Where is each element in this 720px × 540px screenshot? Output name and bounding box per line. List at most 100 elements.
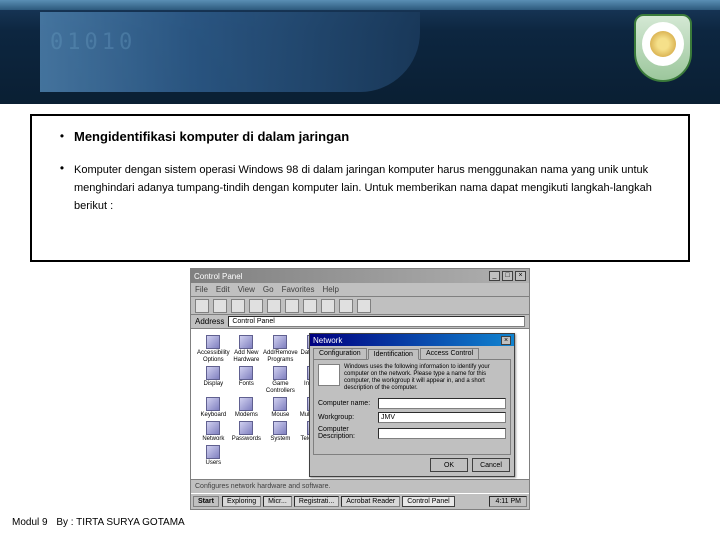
cp-item-icon xyxy=(273,421,287,435)
forward-icon[interactable] xyxy=(213,299,227,313)
cp-item[interactable]: System xyxy=(263,421,298,443)
dialog-inner: Windows uses the following information t… xyxy=(313,359,511,455)
cp-item[interactable]: Modems xyxy=(232,397,261,419)
workgroup-value: JMV xyxy=(381,414,395,421)
dialog-description: Windows uses the following information t… xyxy=(344,364,506,392)
taskbar-task[interactable]: Acrobat Reader xyxy=(341,496,400,507)
cp-menubar: File Edit View Go Favorites Help xyxy=(191,283,529,297)
ok-button[interactable]: OK xyxy=(430,458,468,472)
cp-statusbar: Configures network hardware and software… xyxy=(191,479,529,493)
cp-item-label: Modems xyxy=(235,412,258,419)
author-label: By : TIRTA SURYA GOTAMA xyxy=(56,517,184,528)
cp-item-label: Add/Remove Programs xyxy=(263,350,298,364)
slide-footer: Modul 9 By : TIRTA SURYA GOTAMA xyxy=(12,517,185,528)
header-stripe xyxy=(0,0,720,10)
workgroup-field[interactable]: JMV xyxy=(378,412,506,423)
network-dialog: Network × Configuration Identification A… xyxy=(309,333,515,477)
cp-item-label: System xyxy=(270,436,290,443)
taskbar-task[interactable]: Exploring xyxy=(222,496,261,507)
label-description: Computer Description: xyxy=(318,426,374,440)
menu-go[interactable]: Go xyxy=(263,285,274,294)
cut-icon[interactable] xyxy=(249,299,263,313)
address-label: Address xyxy=(195,317,224,326)
up-icon[interactable] xyxy=(231,299,245,313)
dialog-titlebar: Network × xyxy=(310,334,514,346)
dialog-tabs: Configuration Identification Access Cont… xyxy=(310,346,514,359)
description-field[interactable] xyxy=(378,428,506,439)
menu-favorites[interactable]: Favorites xyxy=(282,285,315,294)
menu-help[interactable]: Help xyxy=(322,285,338,294)
section-body: Komputer dengan sistem operasi Windows 9… xyxy=(74,164,652,212)
minimize-icon[interactable]: _ xyxy=(489,271,500,281)
content-box: • Mengidentifikasi komputer di dalam jar… xyxy=(30,114,690,262)
cp-icon-grid: Accessibility OptionsAdd New HardwareAdd… xyxy=(191,329,301,479)
cp-item[interactable]: Fonts xyxy=(232,366,261,395)
cp-item[interactable]: Add New Hardware xyxy=(232,335,261,364)
menu-edit[interactable]: Edit xyxy=(216,285,230,294)
address-value: Control Panel xyxy=(232,318,274,325)
cp-item-icon xyxy=(206,397,220,411)
cp-item-label: Users xyxy=(206,460,222,467)
cp-item-icon xyxy=(239,366,253,380)
dialog-close-icon[interactable]: × xyxy=(501,336,511,345)
cp-item[interactable]: Mouse xyxy=(263,397,298,419)
maximize-icon[interactable]: □ xyxy=(502,271,513,281)
copy-icon[interactable] xyxy=(267,299,281,313)
menu-file[interactable]: File xyxy=(195,285,208,294)
menu-view[interactable]: View xyxy=(238,285,255,294)
cp-item-label: Mouse xyxy=(271,412,289,419)
delete-icon[interactable] xyxy=(321,299,335,313)
bullet-icon: • xyxy=(50,128,74,146)
modul-label: Modul 9 xyxy=(12,517,48,528)
cp-item[interactable]: Accessibility Options xyxy=(197,335,230,364)
bullet-icon: • xyxy=(50,160,74,214)
start-button[interactable]: Start xyxy=(193,496,219,507)
education-crest-icon xyxy=(634,14,692,82)
address-field[interactable]: Control Panel xyxy=(228,316,525,327)
undo-icon[interactable] xyxy=(303,299,317,313)
close-icon[interactable]: × xyxy=(515,271,526,281)
cp-item[interactable]: Passwords xyxy=(232,421,261,443)
cp-titlebar: Control Panel _ □ × xyxy=(191,269,529,283)
label-workgroup: Workgroup: xyxy=(318,414,374,421)
cp-item-icon xyxy=(206,421,220,435)
cp-item[interactable]: Users xyxy=(197,445,230,467)
cp-item[interactable]: Game Controllers xyxy=(263,366,298,395)
status-text: Configures network hardware and software… xyxy=(195,483,330,490)
dialog-title: Network xyxy=(313,336,342,345)
properties-icon[interactable] xyxy=(339,299,353,313)
cp-window-title: Control Panel xyxy=(194,272,242,281)
cp-item[interactable]: Network xyxy=(197,421,230,443)
cp-item-icon xyxy=(239,421,253,435)
paste-icon[interactable] xyxy=(285,299,299,313)
cp-item[interactable]: Add/Remove Programs xyxy=(263,335,298,364)
cp-item-label: Display xyxy=(204,381,224,388)
cp-item[interactable]: Keyboard xyxy=(197,397,230,419)
taskbar-active[interactable]: Control Panel xyxy=(402,496,454,507)
computer-name-field[interactable] xyxy=(378,398,506,409)
views-icon[interactable] xyxy=(357,299,371,313)
tab-configuration[interactable]: Configuration xyxy=(313,348,367,359)
taskbar-clock: 4:11 PM xyxy=(489,496,527,507)
screenshot-area: Control Panel _ □ × File Edit View Go Fa… xyxy=(30,268,690,510)
cp-item-label: Passwords xyxy=(232,436,261,443)
cp-item-label: Keyboard xyxy=(201,412,227,419)
tab-identification[interactable]: Identification xyxy=(368,349,419,360)
slide-header xyxy=(0,0,720,104)
tab-access-control[interactable]: Access Control xyxy=(420,348,479,359)
label-computer-name: Computer name: xyxy=(318,400,374,407)
cp-item-icon xyxy=(206,445,220,459)
cp-item-icon xyxy=(273,397,287,411)
section-title: Mengidentifikasi komputer di dalam jarin… xyxy=(74,129,349,144)
cp-toolbar xyxy=(191,297,529,315)
taskbar-task[interactable]: Micr... xyxy=(263,496,292,507)
cp-item[interactable]: Display xyxy=(197,366,230,395)
header-art xyxy=(40,12,420,92)
content-wrap: • Mengidentifikasi komputer di dalam jar… xyxy=(0,104,720,510)
cp-item-icon xyxy=(206,335,220,349)
back-icon[interactable] xyxy=(195,299,209,313)
taskbar-task[interactable]: Registrati... xyxy=(294,496,339,507)
cancel-button[interactable]: Cancel xyxy=(472,458,510,472)
cp-body: Accessibility OptionsAdd New HardwareAdd… xyxy=(191,329,529,479)
cp-item-icon xyxy=(239,397,253,411)
